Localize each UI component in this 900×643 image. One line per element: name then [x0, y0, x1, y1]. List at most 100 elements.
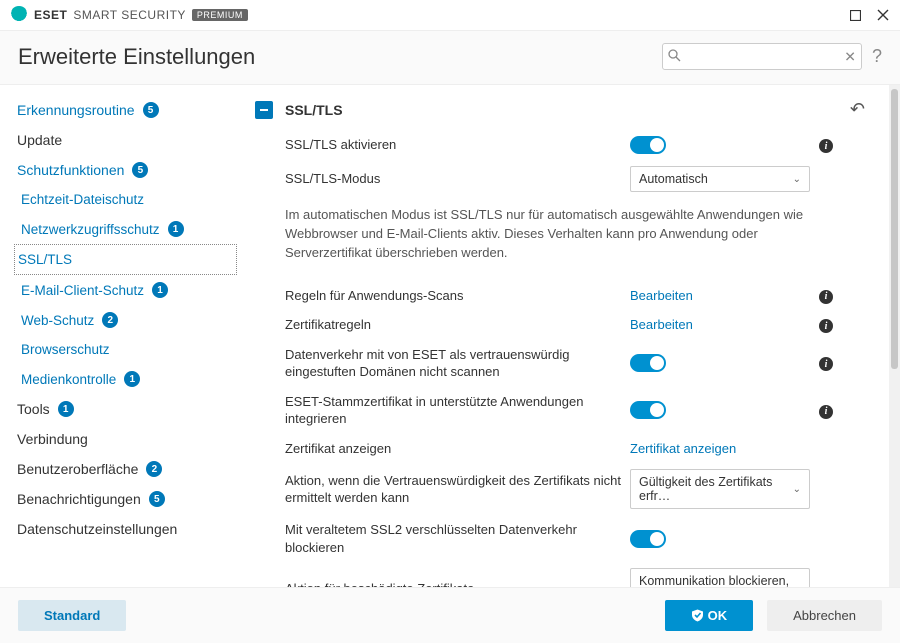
row-damaged-cert: Aktion für beschädigte Zertifikate Kommu…	[245, 562, 875, 587]
sidebar-item-label: Netzwerkzugriffsschutz	[21, 222, 160, 237]
row-label: Aktion für beschädigte Zertifikate	[285, 580, 630, 587]
content: SSL/TLS ↶ SSL/TLS aktivieren i SSL/TLS-M…	[245, 85, 900, 587]
default-button[interactable]: Standard	[18, 600, 126, 631]
sidebar-item-label: Erkennungsroutine	[17, 102, 135, 118]
shield-icon	[691, 609, 704, 622]
row-label: Datenverkehr mit von ESET als vertrauens…	[285, 346, 630, 381]
row-trust-action: Aktion, wenn die Vertrauenswürdigkeit de…	[245, 463, 875, 515]
chevron-down-icon: ⌄	[793, 174, 801, 185]
sidebar-item-label: Tools	[17, 401, 50, 417]
sidebar-item-10[interactable]: Tools 1	[0, 394, 245, 424]
select-value: Kommunikation blockieren, …	[639, 574, 793, 587]
sidebar-item-label: Web-Schutz	[21, 313, 94, 328]
sidebar-item-5[interactable]: SSL/TLS	[14, 244, 237, 275]
ssl-mode-select[interactable]: Automatisch ⌄	[630, 166, 810, 192]
sidebar-item-3[interactable]: Echtzeit-Dateischutz	[0, 185, 245, 214]
collapse-icon[interactable]	[255, 101, 273, 119]
sidebar-item-4[interactable]: Netzwerkzugriffsschutz 1	[0, 214, 245, 244]
sidebar-item-7[interactable]: Web-Schutz 2	[0, 305, 245, 335]
sidebar-badge: 2	[102, 312, 118, 328]
header: Erweiterte Einstellungen ✕ ?	[0, 31, 900, 85]
page-title: Erweiterte Einstellungen	[18, 44, 255, 70]
sidebar-badge: 1	[124, 371, 140, 387]
brand: ESET SMART SECURITY PREMIUM	[10, 6, 248, 24]
row-label: Regeln für Anwendungs-Scans	[285, 287, 630, 305]
row-app-scan-rules: Regeln für Anwendungs-Scans Bearbeiten i	[245, 281, 875, 311]
chevron-down-icon: ⌄	[793, 583, 801, 587]
edit-cert-rules-link[interactable]: Bearbeiten	[630, 317, 693, 332]
sidebar-item-label: Echtzeit-Dateischutz	[21, 192, 144, 207]
edit-app-rules-link[interactable]: Bearbeiten	[630, 288, 693, 303]
trusted-domains-toggle[interactable]	[630, 354, 666, 372]
sidebar-item-label: Benachrichtigungen	[17, 491, 141, 507]
sidebar-item-label: Medienkontrolle	[21, 372, 116, 387]
mode-description: Im automatischen Modus ist SSL/TLS nur f…	[245, 198, 875, 281]
search-wrap: ✕ ?	[662, 43, 882, 70]
row-cert-rules: Zertifikatregeln Bearbeiten i	[245, 310, 875, 340]
sidebar-item-label: SSL/TLS	[18, 252, 72, 267]
select-value: Automatisch	[639, 172, 708, 186]
show-cert-link[interactable]: Zertifikat anzeigen	[630, 441, 736, 456]
sidebar-item-6[interactable]: E-Mail-Client-Schutz1	[0, 275, 245, 305]
ssl-enable-toggle[interactable]	[630, 136, 666, 154]
row-ssl-mode: SSL/TLS-Modus Automatisch ⌄	[245, 160, 875, 198]
sidebar-item-8[interactable]: Browserschutz	[0, 335, 245, 364]
sidebar-item-14[interactable]: Datenschutzeinstellungen	[0, 514, 245, 544]
root-cert-toggle[interactable]	[630, 401, 666, 419]
ssl2-block-toggle[interactable]	[630, 530, 666, 548]
chevron-down-icon: ⌄	[793, 484, 801, 495]
search-icon	[668, 49, 681, 65]
info-icon[interactable]: i	[819, 405, 833, 419]
sidebar-item-13[interactable]: Benachrichtigungen 5	[0, 484, 245, 514]
clear-search-icon[interactable]: ✕	[844, 48, 856, 65]
cancel-button[interactable]: Abbrechen	[767, 600, 882, 631]
sidebar-item-2[interactable]: Schutzfunktionen 5	[0, 155, 245, 185]
sidebar-item-1[interactable]: Update	[0, 125, 245, 155]
sidebar-badge: 5	[149, 491, 165, 507]
window-controls	[848, 8, 890, 22]
info-icon[interactable]: i	[819, 139, 833, 153]
sidebar-item-9[interactable]: Medienkontrolle 1	[0, 364, 245, 394]
sidebar-item-label: Update	[17, 132, 62, 148]
brand-logo-icon	[10, 6, 28, 24]
ok-button[interactable]: OK	[665, 600, 754, 631]
select-value: Gültigkeit des Zertifikats erfr…	[639, 475, 793, 503]
sidebar-badge: 5	[132, 162, 148, 178]
sidebar-badge: 1	[58, 401, 74, 417]
sidebar-item-12[interactable]: Benutzeroberfläche 2	[0, 454, 245, 484]
search-input[interactable]	[662, 43, 862, 70]
sidebar-item-11[interactable]: Verbindung	[0, 424, 245, 454]
row-trusted-domains: Datenverkehr mit von ESET als vertrauens…	[245, 340, 875, 387]
info-icon[interactable]: i	[819, 290, 833, 304]
sidebar-item-label: Benutzeroberfläche	[17, 461, 138, 477]
maximize-button[interactable]	[848, 8, 862, 22]
row-show-cert: Zertifikat anzeigen Zertifikat anzeigen	[245, 434, 875, 464]
undo-icon[interactable]: ↶	[850, 99, 865, 120]
sidebar-badge: 1	[168, 221, 184, 237]
brand-name-2: SMART SECURITY	[73, 8, 186, 22]
row-ssl-enable: SSL/TLS aktivieren i	[245, 130, 875, 160]
sidebar-badge: 2	[146, 461, 162, 477]
info-icon[interactable]: i	[819, 357, 833, 371]
sidebar-badge: 1	[152, 282, 168, 298]
ok-label: OK	[708, 608, 728, 623]
sidebar-badge: 5	[143, 102, 159, 118]
help-icon[interactable]: ?	[872, 46, 882, 67]
brand-name-1: ESET	[34, 8, 67, 22]
sidebar-item-label: Verbindung	[17, 431, 88, 447]
brand-badge: PREMIUM	[192, 9, 248, 21]
sidebar-item-0[interactable]: Erkennungsroutine 5	[0, 95, 245, 125]
row-label: ESET-Stammzertifikat in unterstützte Anw…	[285, 393, 630, 428]
body: Erkennungsroutine 5 Update Schutzfunktionen…	[0, 85, 900, 587]
sidebar-item-label: Browserschutz	[21, 342, 110, 357]
close-button[interactable]	[876, 8, 890, 22]
titlebar: ESET SMART SECURITY PREMIUM	[0, 0, 900, 31]
row-label: Aktion, wenn die Vertrauenswürdigkeit de…	[285, 472, 630, 507]
scrollbar[interactable]	[889, 85, 900, 587]
scrollbar-thumb[interactable]	[891, 89, 898, 369]
trust-action-select[interactable]: Gültigkeit des Zertifikats erfr… ⌄	[630, 469, 810, 509]
search-box: ✕	[662, 43, 862, 70]
sidebar-item-label: Schutzfunktionen	[17, 162, 124, 178]
damaged-cert-select[interactable]: Kommunikation blockieren, … ⌄	[630, 568, 810, 587]
info-icon[interactable]: i	[819, 319, 833, 333]
